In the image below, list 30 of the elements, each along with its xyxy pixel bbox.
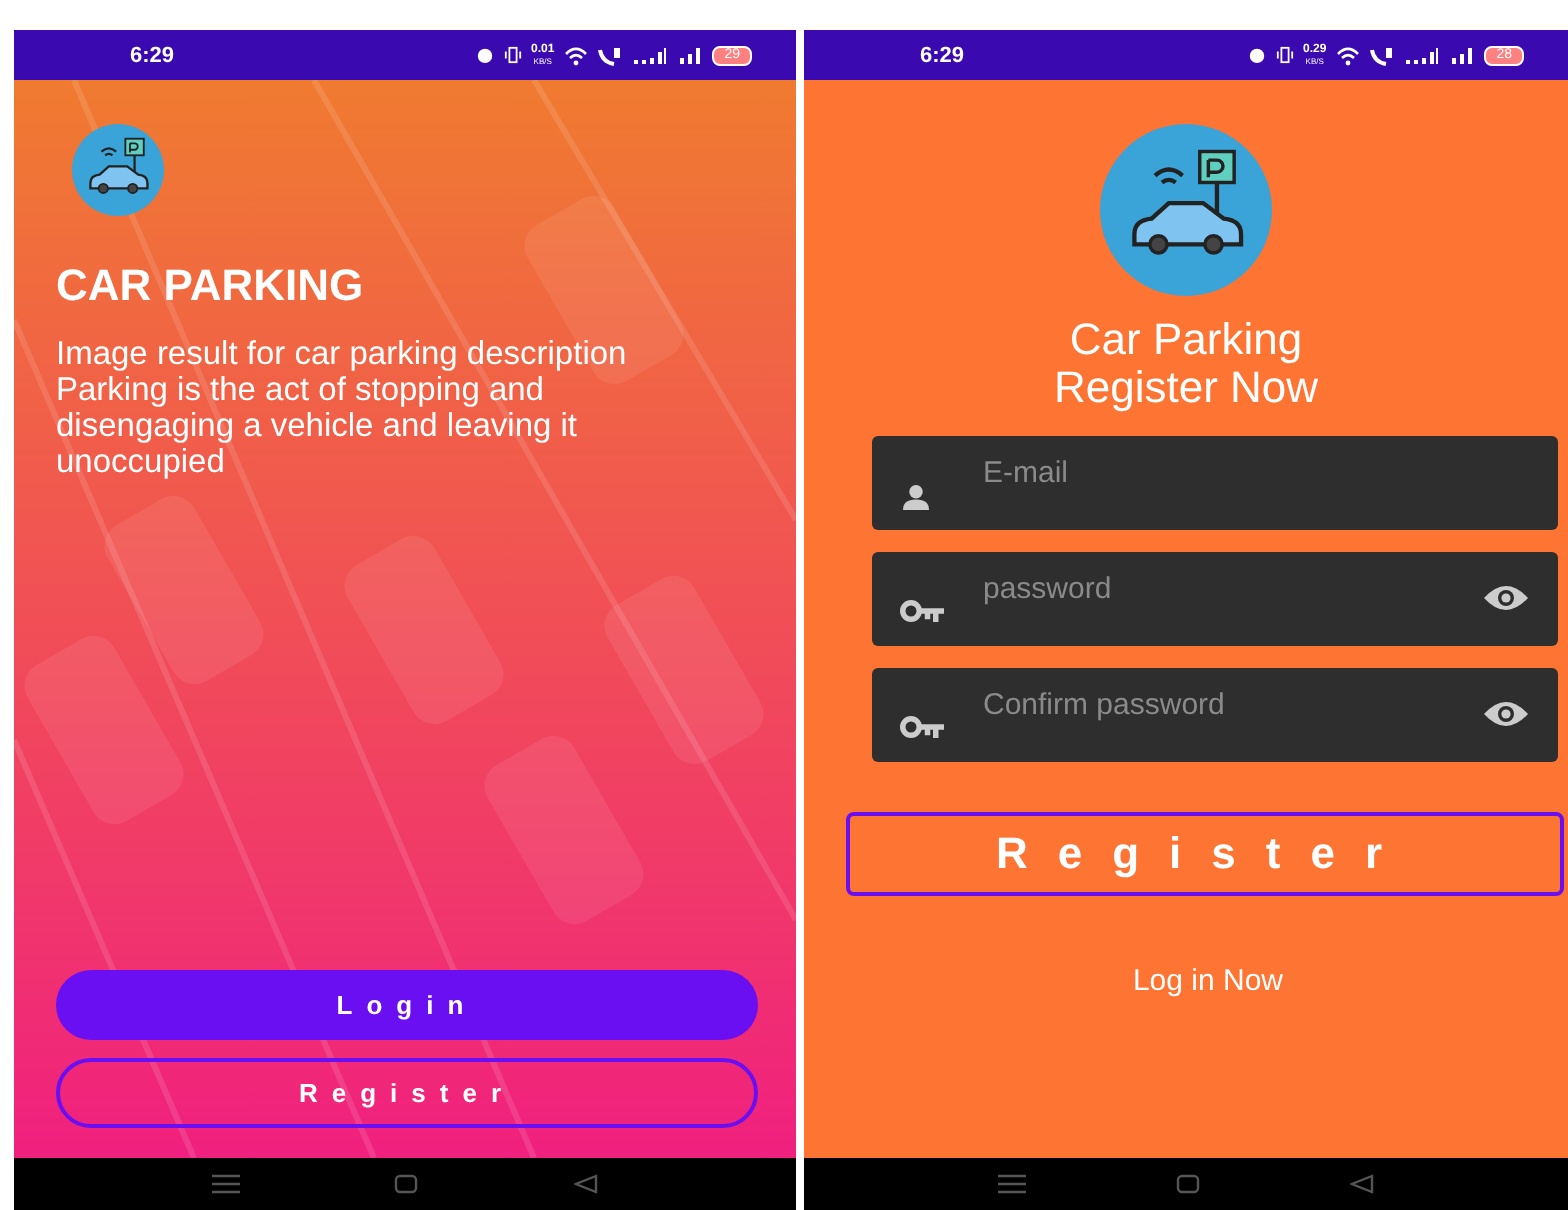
back-triangle-icon bbox=[1349, 1174, 1374, 1194]
signal-icon bbox=[678, 45, 703, 65]
eye-icon bbox=[1481, 700, 1529, 728]
signal-icon bbox=[1404, 45, 1441, 65]
menu-icon bbox=[211, 1174, 240, 1194]
signal-icon bbox=[632, 45, 669, 65]
login-button[interactable]: Login bbox=[56, 970, 758, 1040]
wifi-icon bbox=[564, 45, 589, 65]
register-title: Car Parking Register Now bbox=[1053, 316, 1319, 412]
app-description: Image result for car parking description Parking is the act of stopping and disengaging a vehicle and leaving it unoccupied bbox=[56, 336, 629, 480]
input-field[interactable]: E-mail bbox=[871, 436, 1557, 530]
app-title: CAR PARKING bbox=[56, 260, 366, 312]
menu-icon bbox=[998, 1174, 1027, 1194]
eye-icon bbox=[1481, 584, 1529, 612]
vibrate-icon bbox=[503, 46, 522, 64]
status-time: 6:29 bbox=[920, 43, 965, 67]
volte-call-icon bbox=[1370, 45, 1395, 65]
wifi-icon bbox=[1336, 45, 1361, 65]
input-field[interactable]: Confirm password bbox=[871, 668, 1557, 762]
home-square-icon bbox=[394, 1174, 419, 1194]
login-link[interactable]: Log in Now bbox=[1132, 964, 1284, 998]
signal-icon bbox=[1450, 45, 1475, 65]
register-button[interactable]: Register bbox=[56, 1058, 758, 1128]
back-triangle-icon bbox=[574, 1174, 599, 1194]
input-field[interactable]: password bbox=[871, 552, 1557, 646]
status-time: 6:29 bbox=[130, 43, 175, 67]
register-button[interactable]: Register bbox=[845, 812, 1563, 896]
home-square-icon bbox=[1175, 1174, 1200, 1194]
vibrate-icon bbox=[1275, 46, 1294, 64]
volte-call-icon bbox=[598, 45, 623, 65]
